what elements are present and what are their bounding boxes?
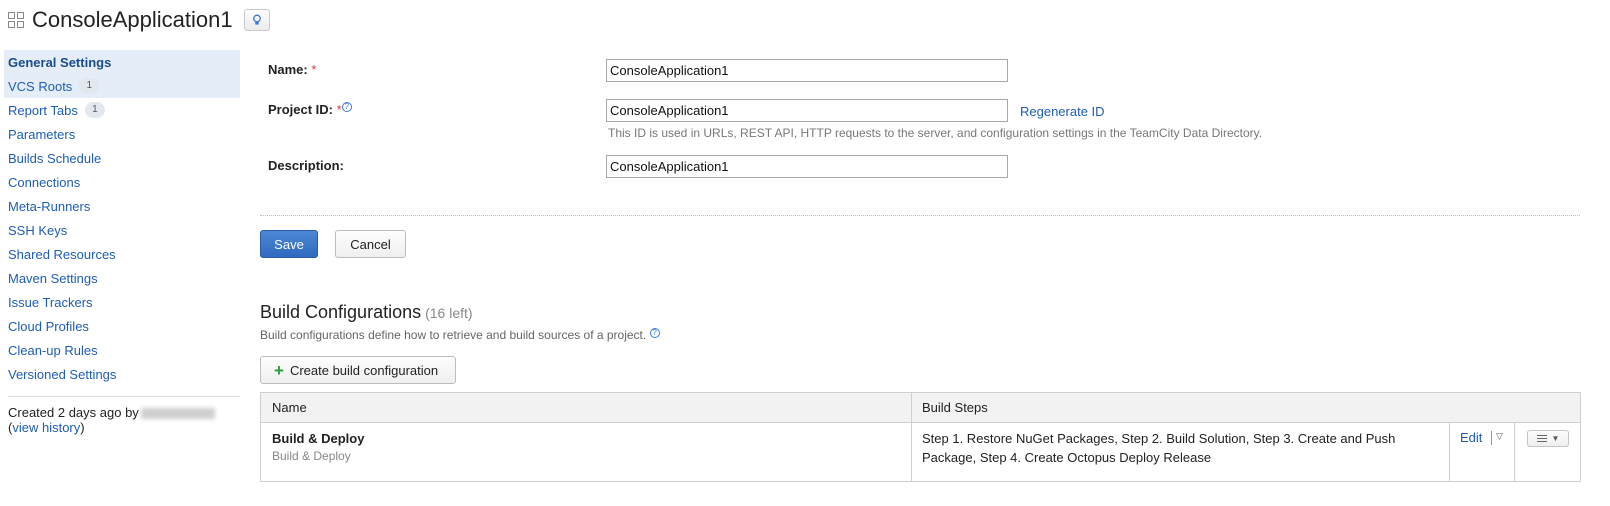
description-row: Description:	[260, 152, 1580, 192]
build-config-subtitle: Build & Deploy	[272, 449, 351, 463]
sidebar: General Settings VCS Roots 1 Report Tabs 1…	[4, 50, 240, 435]
sidebar-item-maven-settings[interactable]: Maven Settings	[4, 266, 240, 290]
regenerate-id-link[interactable]: Regenerate ID	[1020, 104, 1105, 119]
description-input[interactable]	[606, 155, 1008, 178]
build-configurations-title: Build Configurations (16 left)	[260, 302, 473, 322]
plus-icon: +	[274, 360, 284, 380]
configs-left-count: (16 left)	[425, 305, 473, 321]
lightbulb-button[interactable]	[243, 9, 270, 31]
table-header: Name Build Steps	[261, 393, 1580, 423]
sidebar-item-clean-up-rules[interactable]: Clean-up Rules	[4, 338, 240, 362]
sidebar-item-meta-runners[interactable]: Meta-Runners	[4, 194, 240, 218]
general-settings-form: Name: * Project ID: *? Regenerate ID Thi…	[260, 56, 1580, 192]
sidebar-item-connections[interactable]: Connections	[4, 170, 240, 194]
project-id-input[interactable]	[606, 99, 1008, 122]
build-config-name-link[interactable]: Build & Deploy	[272, 431, 364, 446]
save-button[interactable]: Save	[260, 230, 318, 258]
build-configurations-table: Name Build Steps Build & Deploy Build & …	[260, 392, 1581, 482]
name-label: Name: *	[268, 62, 317, 77]
page-header: ConsoleApplication1	[8, 6, 270, 34]
actions-menu-button[interactable]: ▼	[1527, 430, 1569, 447]
sidebar-item-cloud-profiles[interactable]: Cloud Profiles	[4, 314, 240, 338]
column-divider	[911, 393, 912, 481]
sidebar-item-versioned-settings[interactable]: Versioned Settings	[4, 362, 240, 386]
build-configurations-description: Build configurations define how to retri…	[260, 328, 660, 342]
column-divider	[1514, 423, 1515, 481]
count-badge: 1	[84, 102, 105, 118]
required-mark: *	[336, 102, 342, 117]
required-mark: *	[311, 62, 317, 77]
redacted-username	[140, 408, 215, 420]
column-divider	[1449, 423, 1450, 481]
list-icon	[1536, 435, 1547, 442]
created-info: Created 2 days ago by (view history)	[4, 405, 240, 435]
form-divider	[260, 215, 1580, 216]
sidebar-item-report-tabs[interactable]: Report Tabs 1	[4, 98, 240, 122]
grid-icon	[8, 12, 24, 28]
lightbulb-icon	[252, 14, 261, 25]
project-id-hint: This ID is used in URLs, REST API, HTTP …	[608, 126, 1263, 140]
name-row: Name: *	[260, 56, 1580, 96]
description-label: Description:	[268, 158, 344, 173]
sidebar-item-issue-trackers[interactable]: Issue Trackers	[4, 290, 240, 314]
sidebar-item-builds-schedule[interactable]: Builds Schedule	[4, 146, 240, 170]
sidebar-divider	[8, 396, 240, 397]
sidebar-item-ssh-keys[interactable]: SSH Keys	[4, 218, 240, 242]
sidebar-item-shared-resources[interactable]: Shared Resources	[4, 242, 240, 266]
cancel-button[interactable]: Cancel	[335, 230, 406, 258]
count-badge: 1	[79, 78, 100, 94]
sidebar-item-general-settings[interactable]: General Settings	[4, 50, 240, 74]
project-id-label: Project ID: *?	[268, 102, 352, 117]
name-input[interactable]	[606, 59, 1008, 82]
create-build-configuration-button[interactable]: + Create build configuration	[260, 356, 456, 384]
column-header-name: Name	[272, 400, 307, 415]
info-icon[interactable]: ?	[341, 102, 352, 112]
page-title: ConsoleApplication1	[32, 7, 233, 32]
caret-down-icon[interactable]: ▽	[1496, 431, 1503, 442]
column-header-build-steps: Build Steps	[922, 400, 988, 415]
project-id-row: Project ID: *? Regenerate ID This ID is …	[260, 96, 1580, 152]
build-steps-text: Step 1. Restore NuGet Packages, Step 2. …	[922, 431, 1396, 465]
edit-separator	[1491, 431, 1492, 445]
edit-link[interactable]: Edit	[1460, 430, 1482, 445]
sidebar-item-vcs-roots[interactable]: VCS Roots 1	[4, 74, 240, 98]
caret-down-icon: ▼	[1551, 434, 1560, 443]
info-icon[interactable]: ?	[649, 328, 660, 338]
sidebar-item-parameters[interactable]: Parameters	[4, 122, 240, 146]
view-history-link[interactable]: view history	[12, 420, 80, 435]
